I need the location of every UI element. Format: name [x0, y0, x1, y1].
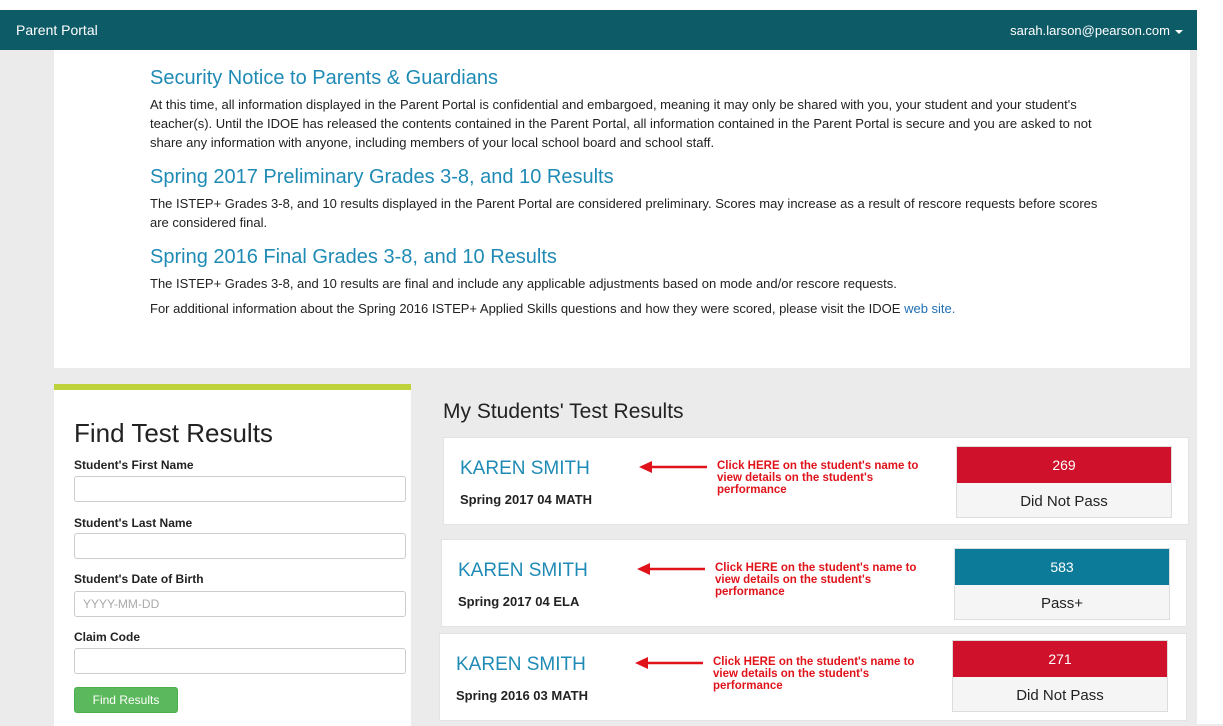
score-status: Did Not Pass	[1020, 493, 1108, 510]
test-label: Spring 2016 03 MATH	[456, 688, 588, 703]
score-value: 583	[955, 549, 1169, 585]
notice-more-info-text: For additional information about the Spr…	[150, 301, 905, 316]
user-email: sarah.larson@pearson.com	[1010, 23, 1170, 38]
dob-input[interactable]	[74, 591, 406, 617]
last-name-input[interactable]	[74, 533, 406, 559]
student-name-link[interactable]: KAREN SMITH	[460, 458, 590, 480]
click-here-note: Click HERE on the student's name to view…	[717, 460, 919, 496]
notice-text-spring-2017: The ISTEP+ Grades 3-8, and 10 results di…	[150, 196, 1098, 230]
score-status: Pass+	[1040, 595, 1084, 612]
results-title: My Students' Test Results	[443, 400, 684, 423]
red-arrow-left-icon	[639, 461, 707, 473]
notice-text-spring-2016: The ISTEP+ Grades 3-8, and 10 results ar…	[150, 276, 897, 291]
notice-title-spring-2017: Spring 2017 Preliminary Grades 3-8, and …	[150, 166, 614, 188]
result-card: KAREN SMITH Spring 2016 03 MATH Click HE…	[439, 633, 1187, 721]
click-here-note: Click HERE on the student's name to view…	[715, 562, 917, 598]
student-name-link[interactable]: KAREN SMITH	[456, 654, 586, 676]
red-arrow-left-icon	[635, 657, 703, 669]
score-value: 269	[957, 447, 1171, 483]
notice-title-spring-2016: Spring 2016 Final Grades 3-8, and 10 Res…	[150, 246, 557, 268]
user-menu[interactable]: sarah.larson@pearson.com	[1010, 23, 1183, 38]
student-name-link[interactable]: KAREN SMITH	[458, 560, 588, 582]
find-results-button[interactable]: Find Results	[74, 687, 178, 713]
right-gutter	[1197, 10, 1223, 724]
red-arrow-left-icon	[637, 563, 705, 575]
dob-label: Student's Date of Birth	[74, 572, 204, 586]
score-value: 271	[953, 641, 1167, 677]
find-title: Find Test Results	[74, 418, 273, 448]
test-label: Spring 2017 04 MATH	[460, 492, 592, 507]
caret-down-icon	[1175, 29, 1183, 34]
result-card: KAREN SMITH Spring 2017 04 MATH Click HE…	[443, 437, 1189, 525]
score-box: 271 Did Not Pass	[952, 640, 1168, 712]
claim-code-input[interactable]	[74, 648, 406, 674]
notice-text-more-info: For additional information about the Spr…	[150, 299, 1110, 318]
claim-code-label: Claim Code	[74, 630, 141, 644]
navbar: Parent Portal sarah.larson@pearson.com	[0, 10, 1197, 50]
last-name-label: Student's Last Name	[74, 516, 193, 530]
find-test-results-panel: Find Test Results Student's First Name S…	[54, 384, 411, 726]
idoe-web-site-link[interactable]: web site.	[904, 301, 955, 316]
first-name-label: Student's First Name	[74, 458, 194, 472]
score-box: 269 Did Not Pass	[956, 446, 1172, 518]
score-status: Did Not Pass	[1016, 687, 1104, 704]
notice-text-security: At this time, all information displayed …	[150, 97, 1092, 150]
score-box: 583 Pass+	[954, 548, 1170, 620]
result-card: KAREN SMITH Spring 2017 04 ELA Click HER…	[441, 539, 1187, 627]
first-name-input[interactable]	[74, 476, 406, 502]
notice-title-security: Security Notice to Parents & Guardians	[150, 67, 498, 89]
top-strip	[0, 0, 1223, 10]
notice-panel: Security Notice to Parents & Guardians A…	[54, 50, 1190, 368]
click-here-note: Click HERE on the student's name to view…	[713, 656, 915, 692]
brand-link[interactable]: Parent Portal	[16, 22, 98, 38]
test-label: Spring 2017 04 ELA	[458, 594, 580, 609]
